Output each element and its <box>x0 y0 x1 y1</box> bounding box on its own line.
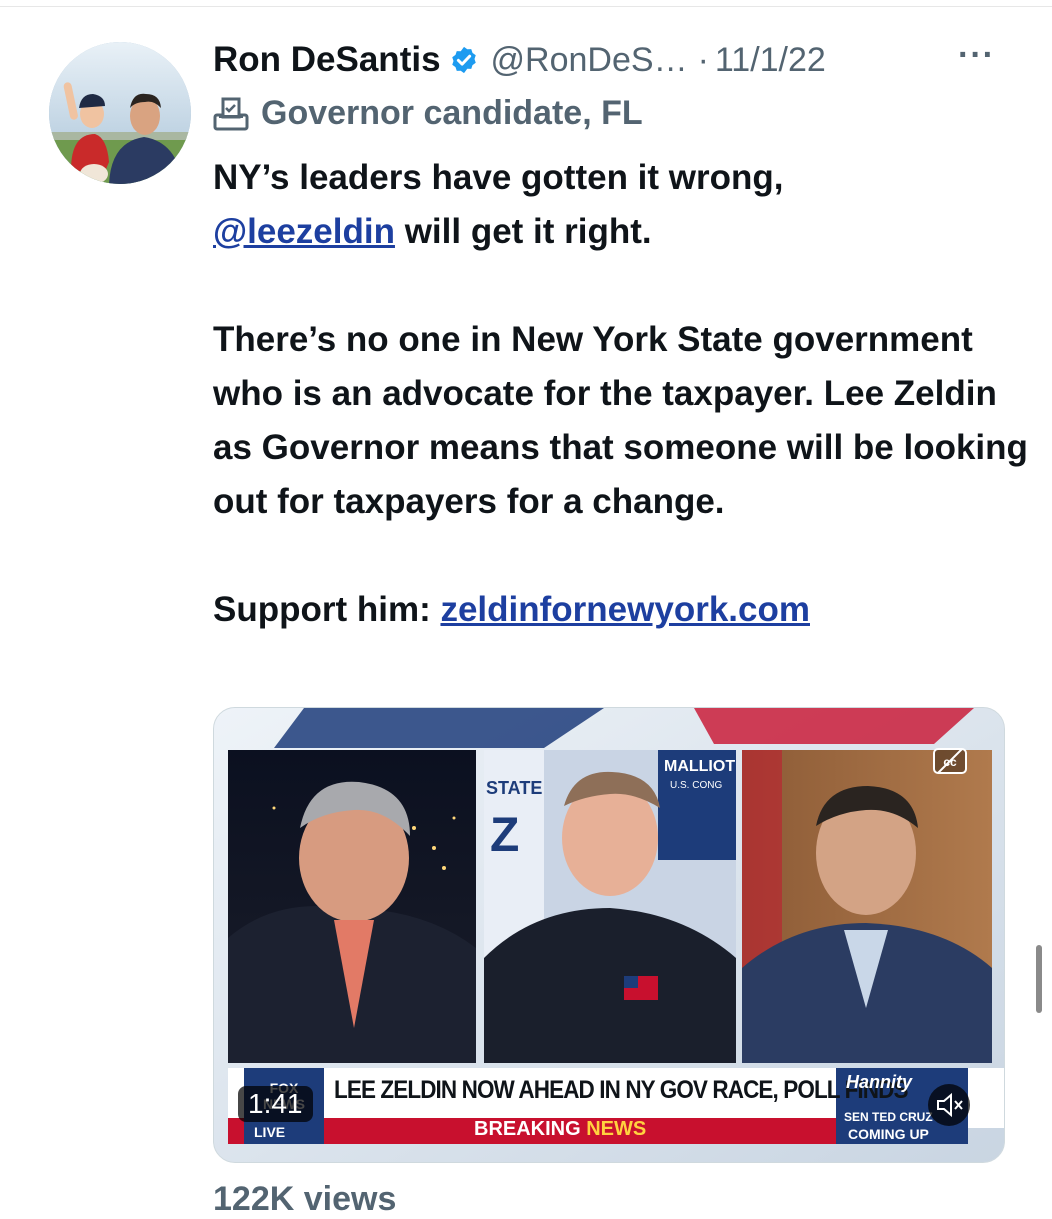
live-badge: LIVE <box>254 1124 286 1140</box>
support-link[interactable]: zeldinfornewyork.com <box>440 590 810 629</box>
mention-link[interactable]: @leezeldin <box>213 212 395 251</box>
background-sign-state: STATE <box>486 778 543 798</box>
top-divider <box>0 6 1052 7</box>
separator-dot: · <box>697 40 709 79</box>
video-duration: 1:41 <box>238 1086 313 1122</box>
news-label: NEWS <box>586 1118 647 1140</box>
tweet-support-line: Support him: zeldinfornewyork.com <box>213 583 1033 637</box>
tweet-paragraph-2: There’s no one in New York State governm… <box>213 320 1028 521</box>
background-sign-letter: Z <box>490 809 520 862</box>
video-player[interactable]: LEE ZELDIN NOW AHEAD IN NY GOV RACE, POL… <box>213 707 1005 1163</box>
breaking-label: BREAKING <box>474 1118 581 1140</box>
tweet-date[interactable]: 11/1/22 <box>715 41 826 80</box>
coming-up-bottom: COMING UP <box>848 1126 929 1142</box>
scrollbar-thumb[interactable] <box>1036 945 1042 1013</box>
closed-captions-icon[interactable]: cc <box>932 746 968 776</box>
profile-avatar[interactable] <box>49 42 191 184</box>
background-sign-sub: U.S. CONG <box>670 780 723 791</box>
label-text: Governor candidate, FL <box>261 94 643 132</box>
breaking-news-bar: BREAKING NEWS <box>474 1118 646 1141</box>
show-logo: Hannity <box>846 1072 913 1092</box>
ballot-box-icon <box>213 97 249 130</box>
background-sign-malliot: MALLIOT <box>664 758 736 775</box>
tweet-line-2: @leezeldin will get it right. <box>213 205 1033 259</box>
volume-muted-icon[interactable] <box>928 1084 970 1126</box>
tweet-line-1: NY’s leaders have gotten it wrong, <box>213 158 784 197</box>
avatar-image <box>49 42 191 184</box>
tweet-line-2-rest: will get it right. <box>394 212 652 251</box>
tweet-header: Ron DeSantis @RonDeS… · 11/1/22 <box>213 36 826 84</box>
video-headline: LEE ZELDIN NOW AHEAD IN NY GOV RACE, POL… <box>334 1076 908 1104</box>
author-name[interactable]: Ron DeSantis <box>213 40 441 80</box>
verified-badge-icon <box>451 46 476 74</box>
support-prefix: Support him: <box>213 590 441 629</box>
more-options-icon[interactable]: ··· <box>958 36 995 75</box>
coming-up-top: SEN TED CRUZ <box>844 1110 933 1124</box>
author-handle[interactable]: @RonDeS… <box>491 41 688 80</box>
tweet-text: NY’s leaders have gotten it wrong, @leez… <box>213 151 1033 637</box>
author-label: Governor candidate, FL <box>213 94 643 133</box>
